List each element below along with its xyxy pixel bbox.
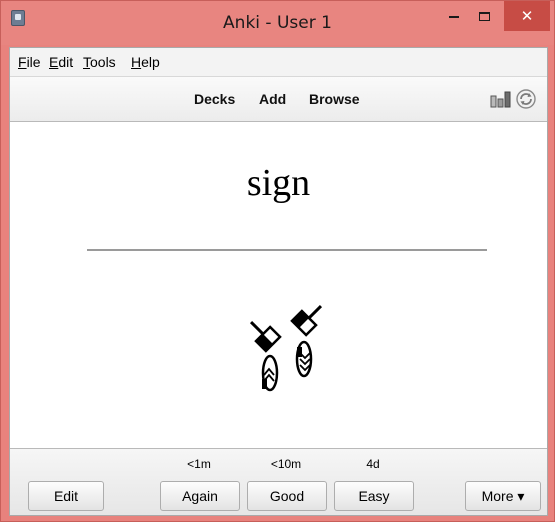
maximize-icon <box>478 12 490 21</box>
card-front-text: sign <box>246 162 311 204</box>
menu-help-label: elp <box>141 54 160 70</box>
menu-edit-label: dit <box>58 54 74 70</box>
menu-bar: File Edit Tools Help <box>10 48 547 76</box>
decks-link[interactable]: Decks <box>194 91 235 107</box>
answer-bar: <1m <10m 4d Edit Again Good Easy More ▾ <box>10 448 547 515</box>
menu-file-label: ile <box>26 54 41 70</box>
minimize-icon <box>449 15 459 18</box>
top-toolbar: Decks Add Browse <box>10 76 547 122</box>
browse-link[interactable]: Browse <box>309 91 360 107</box>
maximize-button[interactable] <box>469 1 499 31</box>
menu-tools[interactable]: Tools <box>83 54 116 70</box>
close-icon: ✕ <box>520 7 534 25</box>
add-link[interactable]: Add <box>259 91 286 107</box>
signwriting-sign-glyph <box>249 304 323 392</box>
more-button[interactable]: More ▾ <box>465 481 541 511</box>
easy-interval: 4d <box>366 457 380 471</box>
minimize-button[interactable] <box>439 1 469 31</box>
app-window: Anki - User 1 ✕ File Edit Tools Help Dec… <box>0 0 555 522</box>
menu-tools-mnemonic: T <box>83 54 90 70</box>
title-bar[interactable]: Anki - User 1 ✕ <box>1 1 554 45</box>
card-view: sign <box>10 123 547 448</box>
menu-edit[interactable]: Edit <box>49 54 73 70</box>
main-client-area: File Edit Tools Help Decks Add Browse si… <box>9 47 548 516</box>
menu-file-mnemonic: F <box>18 54 27 70</box>
stats-icon[interactable] <box>490 90 512 108</box>
good-button[interactable]: Good <box>247 481 327 511</box>
again-interval: <1m <box>187 457 211 471</box>
menu-file[interactable]: File <box>18 54 41 70</box>
good-interval: <10m <box>270 457 302 471</box>
menu-edit-mnemonic: E <box>49 54 59 70</box>
question-answer-divider <box>87 249 487 251</box>
close-button[interactable]: ✕ <box>504 1 550 31</box>
menu-help[interactable]: Help <box>131 54 160 70</box>
menu-tools-label: ools <box>90 54 116 70</box>
sync-icon[interactable] <box>516 89 536 109</box>
edit-button[interactable]: Edit <box>28 481 104 511</box>
easy-button[interactable]: Easy <box>334 481 414 511</box>
menu-help-mnemonic: H <box>131 54 142 70</box>
again-button[interactable]: Again <box>160 481 240 511</box>
